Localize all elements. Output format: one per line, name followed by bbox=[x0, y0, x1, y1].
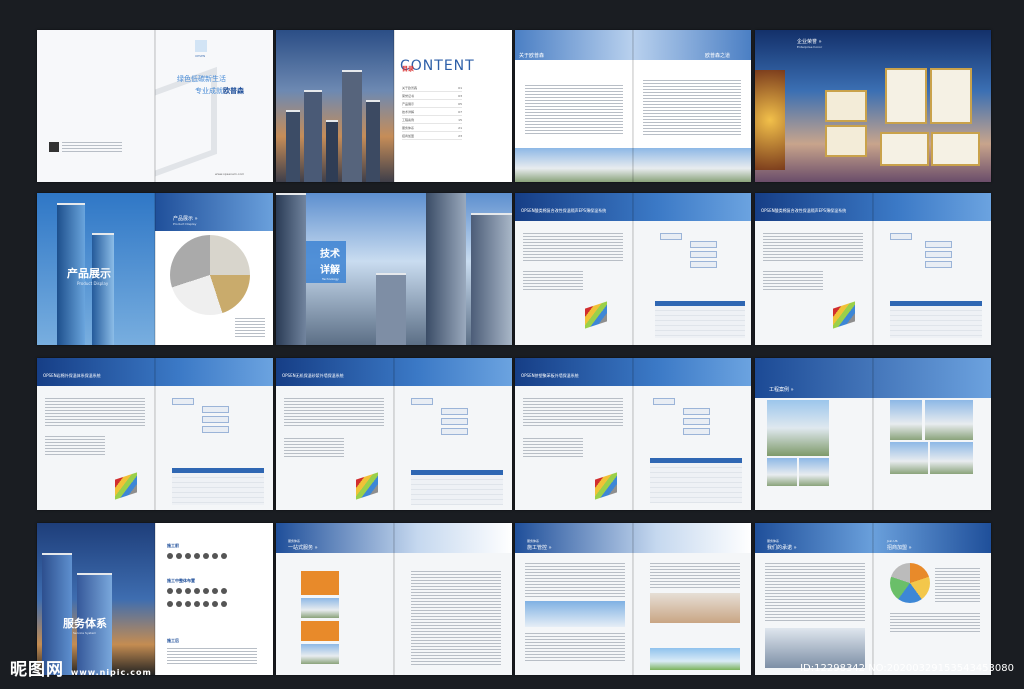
spread-about: 关于欧普森 欧普森之道 bbox=[515, 30, 751, 182]
product-title: 产品展示 bbox=[67, 267, 111, 280]
product-subtitle: Product Display bbox=[77, 281, 109, 286]
join-top: Join US bbox=[887, 539, 898, 543]
certificate bbox=[931, 132, 980, 166]
product-right-sub: Product Display bbox=[173, 222, 197, 226]
spread-tech-detail-5: OPSEN挤塑聚苯板外墙保温系统 bbox=[515, 358, 751, 510]
tech-sub: Technology bbox=[322, 277, 339, 281]
city-photo bbox=[276, 30, 394, 182]
spread-cases: 工程案例 » bbox=[755, 358, 991, 510]
case-photo bbox=[767, 458, 797, 486]
toc-page: 15 bbox=[458, 118, 462, 122]
product-wheel bbox=[170, 235, 250, 315]
about-title: 关于欧普森 bbox=[519, 53, 545, 59]
section-top: 服务体系 bbox=[288, 539, 301, 543]
toc-item: 荣誉证书 03 bbox=[402, 94, 462, 100]
spread-cover: OPSEN 绿色低碳新生活 专业成就欧普森 www.opsenem.com bbox=[37, 30, 273, 182]
spread-tech-detail-4: OPSEN无机保温砂浆外墙保温系统 bbox=[276, 358, 512, 510]
toc-page: 21 bbox=[458, 126, 462, 130]
spread-construction: 服务体系 施工管控 » bbox=[515, 523, 751, 675]
promise-title: 我们的承诺 » bbox=[767, 545, 797, 551]
partner-wheel bbox=[890, 563, 930, 603]
toc-label: 技术详解 bbox=[402, 110, 415, 114]
tech-title-2: 详解 bbox=[320, 265, 340, 276]
spread-tech-detail-3: OPSEN岩棉外保温体系保温系统 bbox=[37, 358, 273, 510]
tech-title-1: 技术 bbox=[320, 249, 340, 260]
certificate bbox=[885, 68, 927, 124]
section-title: 施工管控 » bbox=[527, 545, 552, 551]
logo-text: OPSEN bbox=[195, 54, 206, 58]
toc-label: 产品展示 bbox=[402, 102, 415, 106]
spread-one-stop: 服务体系 一站式服务 » bbox=[276, 523, 512, 675]
toc-item: 工程案例 15 bbox=[402, 118, 462, 124]
way-title: 欧普森之道 bbox=[705, 53, 731, 59]
watermark-id: ID:12298342 NO:20200329153543453080 bbox=[800, 663, 1014, 674]
toc-label: 关于欧普森 bbox=[402, 86, 418, 90]
toc-page: 03 bbox=[458, 94, 462, 98]
case-photo bbox=[890, 400, 922, 440]
case-photo bbox=[799, 458, 829, 486]
service-title: 服务体系 bbox=[63, 617, 107, 630]
toc-label: 荣誉证书 bbox=[402, 94, 415, 98]
honor-subtitle: Enterprise honor bbox=[797, 45, 823, 49]
band-title: OPSEN无机保温砂浆外墙保温系统 bbox=[282, 373, 344, 378]
honor-title: 企业荣誉 » bbox=[797, 39, 822, 45]
spread-toc: CONTENT 目录 关于欧普森 01 荣誉证书 03 产品展示 05 技术详解 07 工程案例… bbox=[276, 30, 512, 182]
spread-tech-detail-2: OPSEN酸类棉复合改性保温隔声EPS薄保温系统 bbox=[755, 193, 991, 345]
logo-icon bbox=[195, 40, 207, 52]
band-title: OPSEN挤塑聚苯板外墙保温系统 bbox=[521, 373, 579, 378]
certificate bbox=[825, 90, 867, 122]
case-photo bbox=[767, 400, 829, 456]
spread-honor: 企业荣誉 » Enterprise honor bbox=[755, 30, 991, 182]
toc-page: 05 bbox=[458, 102, 462, 106]
section-title: 一站式服务 » bbox=[288, 545, 318, 551]
case-photo bbox=[925, 400, 973, 440]
toc-item: 关于欧普森 01 bbox=[402, 86, 462, 92]
certificate bbox=[930, 68, 972, 124]
spread-tech-detail-1: OPSEN酸类棉复合改性保温隔声EPS薄保温系统 bbox=[515, 193, 751, 345]
section-top: 服务体系 bbox=[527, 539, 540, 543]
toc-item: 技术详解 07 bbox=[402, 110, 462, 116]
toc-label: 工程案例 bbox=[402, 118, 415, 122]
band-title: OPSEN岩棉外保温体系保温系统 bbox=[43, 373, 101, 378]
spread-service: 服务体系 Service System 施工前 施工中整体布置 施工后 bbox=[37, 523, 273, 675]
service-item-2: 施工中整体布置 bbox=[167, 578, 195, 583]
band-title: OPSEN酸类棉复合改性保温隔声EPS薄保温系统 bbox=[521, 208, 607, 213]
toc-label: 服务体系 bbox=[402, 126, 415, 130]
qr-code bbox=[49, 142, 59, 152]
toc-heading-cn: 目录 bbox=[402, 66, 415, 73]
toc-label: 招商加盟 bbox=[402, 134, 415, 138]
case-photo bbox=[890, 442, 928, 474]
service-sub: Service System bbox=[73, 631, 97, 635]
product-right-title: 产品展示 » bbox=[173, 216, 198, 222]
spread-tech: 技术 详解 Technology bbox=[276, 193, 512, 345]
front-cover: OPSEN 绿色低碳新生活 专业成就欧普森 www.opsenem.com bbox=[155, 30, 273, 182]
certificate bbox=[825, 125, 867, 157]
tagline-1: 绿色低碳新生活 bbox=[177, 75, 226, 83]
cases-title: 工程案例 » bbox=[769, 387, 794, 393]
watermark-brand: 昵图网 www.nipic.com bbox=[10, 660, 152, 680]
website: www.opsenem.com bbox=[215, 172, 245, 176]
toc-item: 招商加盟 23 bbox=[402, 134, 462, 140]
service-item-3: 施工后 bbox=[167, 638, 179, 643]
toc-list: 关于欧普森 01 荣誉证书 03 产品展示 05 技术详解 07 工程案例 15 服务体系 21 招商加… bbox=[402, 86, 462, 142]
toc-item: 服务体系 21 bbox=[402, 126, 462, 132]
spread-product: 产品展示 Product Display 产品展示 » Product Disp… bbox=[37, 193, 273, 345]
service-item-1: 施工前 bbox=[167, 543, 179, 548]
contact-lines bbox=[62, 142, 122, 154]
section-top: 服务体系 bbox=[767, 539, 780, 543]
certificate bbox=[880, 132, 929, 166]
toc-page: 07 bbox=[458, 110, 462, 114]
case-photo bbox=[930, 442, 973, 474]
toc-page: 23 bbox=[458, 134, 462, 138]
tagline-2: 专业成就欧普森 bbox=[195, 87, 244, 95]
band-title: OPSEN酸类棉复合改性保温隔声EPS薄保温系统 bbox=[761, 208, 847, 213]
back-cover bbox=[37, 30, 155, 182]
spread-join: 服务体系 我们的承诺 » Join US 招商加盟 » bbox=[755, 523, 991, 675]
join-title: 招商加盟 » bbox=[887, 545, 912, 551]
trophy-image bbox=[755, 70, 785, 170]
toc-page: 01 bbox=[458, 86, 462, 90]
toc-item: 产品展示 05 bbox=[402, 102, 462, 108]
